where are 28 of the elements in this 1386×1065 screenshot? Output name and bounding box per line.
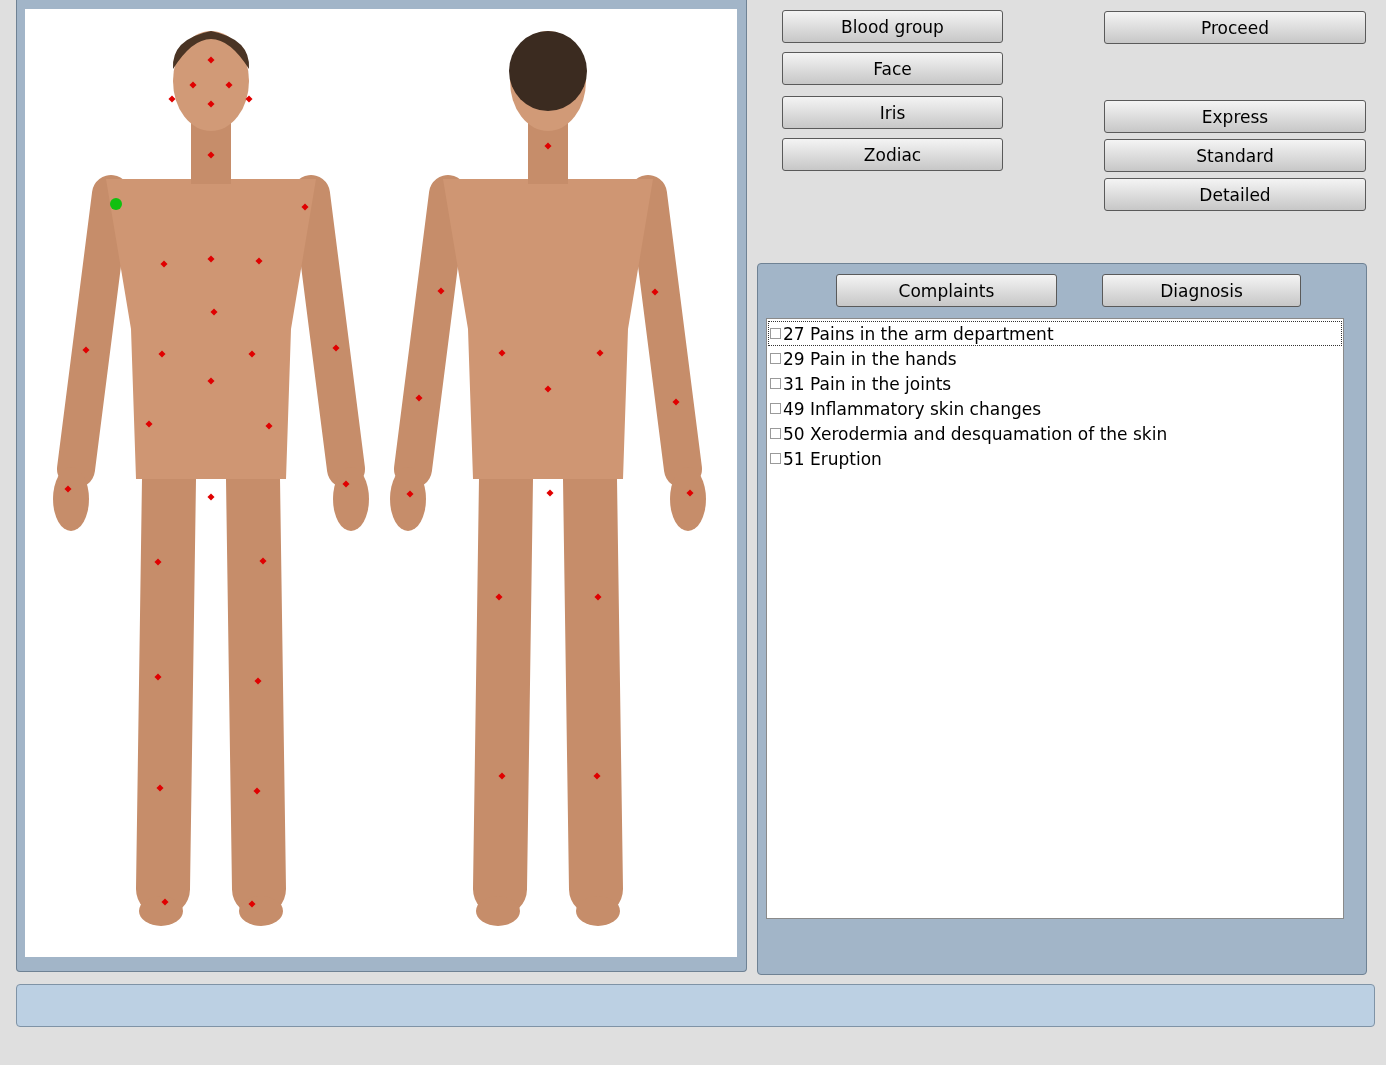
complaint-item[interactable]: 51 Eruption [768,446,1342,471]
checkbox[interactable] [770,453,781,464]
mode-button[interactable]: Express [1104,100,1366,133]
complaint-label: 27 Pains in the arm department [783,323,1054,344]
complaint-label: 29 Pain in the hands [783,348,957,369]
mode-button[interactable]: Detailed [1104,178,1366,211]
panel-button[interactable]: Complaints [836,274,1057,307]
complaint-item[interactable]: 27 Pains in the arm department [768,321,1342,346]
complaint-label: 49 Inflammatory skin changes [783,398,1042,419]
proceed-button[interactable]: Proceed [1104,11,1366,44]
complaint-item[interactable]: 31 Pain in the joints [768,371,1342,396]
mode-button[interactable]: Standard [1104,139,1366,172]
complaint-item[interactable]: 49 Inflammatory skin changes [768,396,1342,421]
checkbox[interactable] [770,378,781,389]
complaint-label: 31 Pain in the joints [783,373,952,394]
checkbox[interactable] [770,428,781,439]
view-button[interactable]: Face [782,52,1003,85]
panel-button[interactable]: Diagnosis [1102,274,1301,307]
complaint-label: 51 Eruption [783,448,882,469]
complaint-item[interactable]: 29 Pain in the hands [768,346,1342,371]
view-button[interactable]: Iris [782,96,1003,129]
view-button[interactable]: Zodiac [782,138,1003,171]
checkbox[interactable] [770,353,781,364]
checkbox[interactable] [770,328,781,339]
complaint-item[interactable]: 50 Xerodermia and desquamation of the skin [768,421,1342,446]
complaint-label: 50 Xerodermia and desquamation of the skin [783,423,1168,444]
checkbox[interactable] [770,403,781,414]
view-button[interactable]: Blood group [782,10,1003,43]
